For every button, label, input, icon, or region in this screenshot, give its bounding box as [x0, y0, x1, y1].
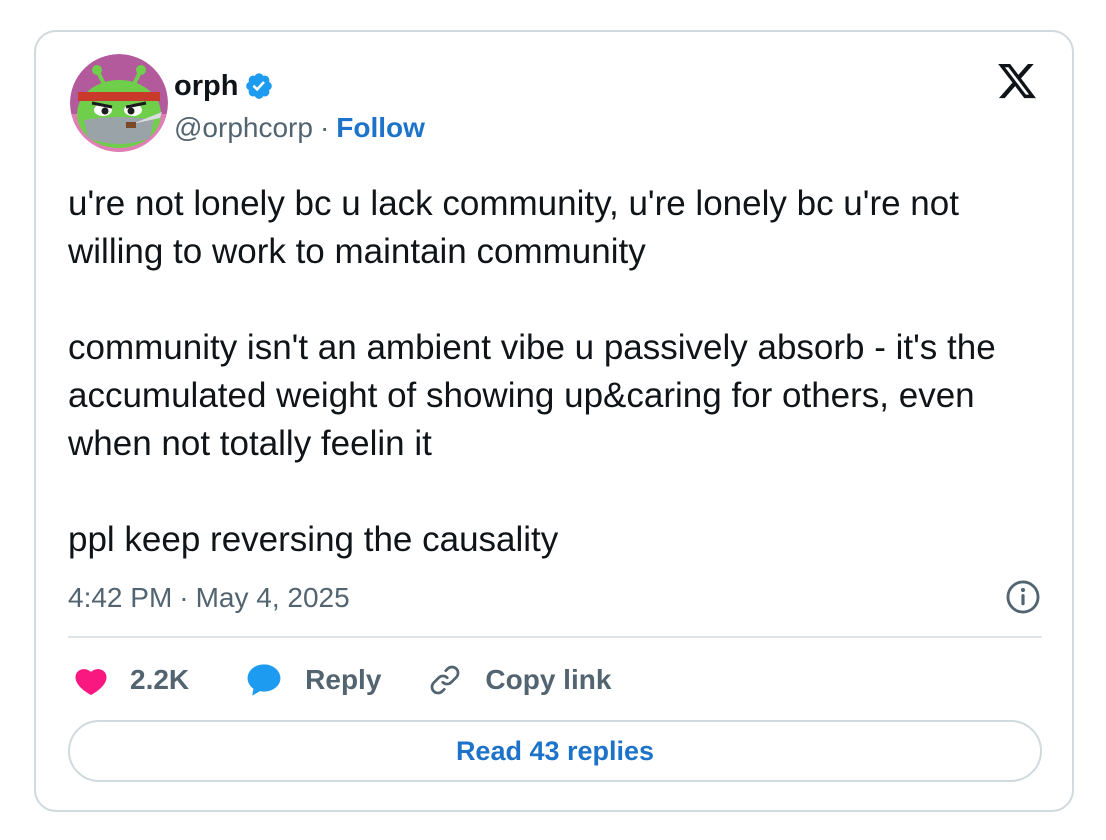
heart-icon — [75, 669, 107, 696]
author-handle[interactable]: @orphcorp — [174, 110, 313, 146]
tweet-paragraph: u're not lonely bc u lack community, u'r… — [68, 184, 959, 271]
like-count: 2.2K — [130, 664, 190, 695]
tweet-paragraph: community isn't an ambient vibe u passiv… — [68, 328, 996, 463]
avatar[interactable] — [70, 54, 168, 152]
speech-bubble-icon — [247, 664, 281, 696]
tweet-timestamp[interactable]: 4:42 PM · May 4, 2025 — [68, 578, 350, 618]
verified-badge-icon — [246, 73, 273, 99]
link-icon — [431, 665, 460, 695]
tweet-time: 4:42 PM — [68, 582, 173, 613]
tweet-paragraph: ppl keep reversing the causality — [68, 520, 559, 559]
divider — [68, 636, 1042, 638]
x-logo-icon[interactable] — [996, 60, 1038, 102]
tweet-actions: 2.2K Reply Copy link — [74, 658, 611, 702]
tweet-embed-card: orph @orphcorp · Follow u're not lonely … — [34, 30, 1074, 812]
copy-link-button[interactable]: Copy link — [427, 662, 611, 698]
like-button[interactable]: 2.2K — [74, 664, 189, 696]
separator-dot: · — [319, 112, 330, 143]
tweet-date: May 4, 2025 — [195, 582, 350, 613]
read-replies-button[interactable]: Read 43 replies — [68, 720, 1042, 782]
info-icon[interactable] — [1004, 578, 1042, 616]
reply-label: Reply — [305, 664, 382, 695]
copy-link-label: Copy link — [485, 664, 612, 695]
reply-button[interactable]: Reply — [245, 662, 381, 698]
author-display-name[interactable]: orph — [174, 68, 238, 104]
read-replies-label: Read 43 replies — [455, 735, 655, 766]
tweet-text: u're not lonely bc u lack community, u'r… — [68, 180, 1048, 564]
author-handle-row: @orphcorp · Follow — [174, 110, 425, 146]
follow-link[interactable]: Follow — [336, 110, 425, 146]
separator-dot: · — [179, 582, 189, 613]
author-name-row: orph — [174, 68, 274, 104]
